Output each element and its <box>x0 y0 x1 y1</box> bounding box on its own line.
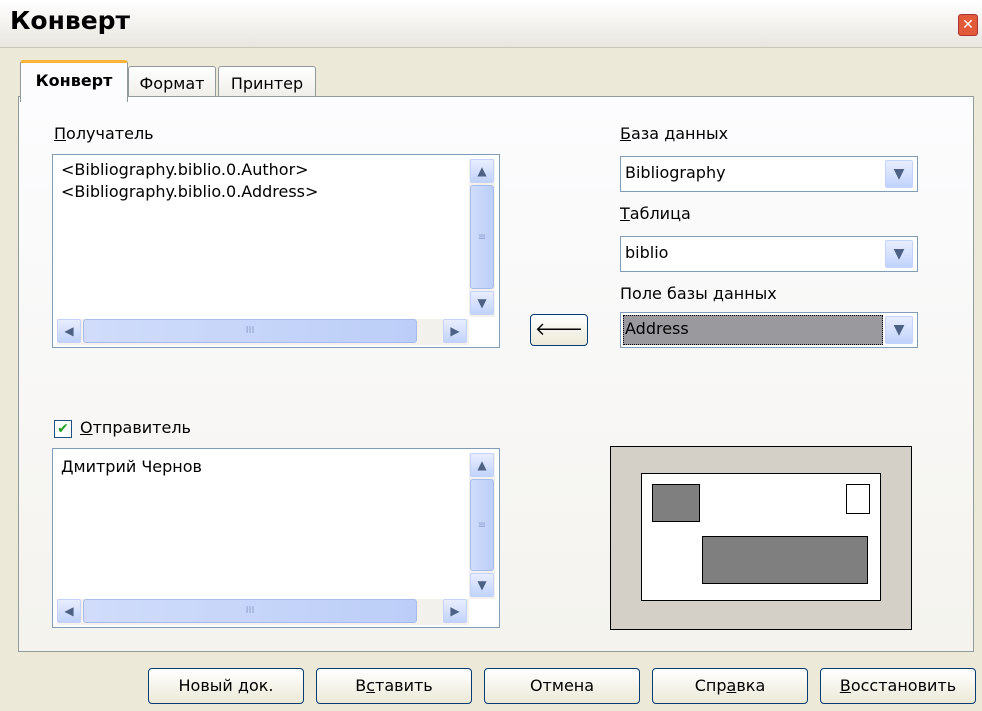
database-value: Bibliography <box>625 163 726 182</box>
grip-icon: ≡ <box>477 520 487 531</box>
title-bar: Конверт ✕ <box>0 0 982 48</box>
check-icon: ✔ <box>57 421 69 437</box>
envelope-preview <box>610 446 912 630</box>
new-document-label: Новый док. <box>178 676 274 695</box>
scroll-thumb[interactable]: ≡ <box>470 479 494 571</box>
table-select[interactable]: biblio ▼ <box>620 236 918 272</box>
arrow-left-icon: 🡐 <box>534 319 584 340</box>
tab-format-label: Формат <box>139 74 205 93</box>
cancel-label: Отмена <box>529 676 595 695</box>
db-field-select[interactable]: Address ▼ <box>620 312 918 348</box>
database-label: База данных <box>620 124 729 143</box>
db-field-value: Address <box>625 319 689 338</box>
recipient-line: <Bibliography.biblio.0.Author> <box>61 160 309 179</box>
reset-button[interactable]: Восстановить <box>820 668 976 704</box>
close-icon: ✕ <box>962 17 974 33</box>
scroll-right-icon[interactable]: ▶ <box>443 599 467 623</box>
database-select[interactable]: Bibliography ▼ <box>620 156 918 192</box>
tab-envelope[interactable]: Конверт <box>20 60 128 102</box>
scroll-right-icon[interactable]: ▶ <box>443 319 467 343</box>
recipient-label: Получатель <box>54 124 154 143</box>
sender-label: Отправитель <box>80 418 191 437</box>
scroll-left-icon[interactable]: ◀ <box>57 319 81 343</box>
window-title: Конверт <box>10 6 131 35</box>
sender-checkbox[interactable]: ✔ <box>54 420 72 438</box>
envelope-shape <box>641 473 881 601</box>
sender-text: Дмитрий Чернов <box>61 457 202 476</box>
insert-field-button[interactable]: 🡐 <box>530 314 588 346</box>
tab-envelope-label: Конверт <box>35 71 113 90</box>
sender-textarea[interactable]: Дмитрий Чернов ▲ ≡ ▼ ◀ III ▶ <box>52 448 500 628</box>
close-button[interactable]: ✕ <box>958 14 978 36</box>
scroll-down-icon[interactable]: ▼ <box>470 291 494 315</box>
scroll-thumb[interactable]: ≡ <box>470 185 494 289</box>
scroll-thumb[interactable]: III <box>83 319 417 343</box>
recipient-text: <Bibliography.biblio.0.Author> <Bibliogr… <box>61 159 318 203</box>
sender-area <box>652 484 700 522</box>
help-button[interactable]: Справка <box>652 668 808 704</box>
table-value: biblio <box>625 243 669 262</box>
grip-icon: III <box>245 325 255 336</box>
chevron-down-icon[interactable]: ▼ <box>885 160 913 188</box>
recipient-vscrollbar[interactable]: ▲ ≡ ▼ <box>469 159 495 317</box>
recipient-textarea[interactable]: <Bibliography.biblio.0.Author> <Bibliogr… <box>52 154 500 348</box>
new-document-button[interactable]: Новый док. <box>148 668 304 704</box>
chevron-down-icon[interactable]: ▼ <box>885 316 913 344</box>
recipient-line: <Bibliography.biblio.0.Address> <box>61 182 319 201</box>
recipient-hscrollbar[interactable]: ◀ III ▶ <box>57 319 469 345</box>
sender-hscrollbar[interactable]: ◀ III ▶ <box>57 599 469 625</box>
scroll-up-icon[interactable]: ▲ <box>470 453 494 477</box>
scroll-up-icon[interactable]: ▲ <box>470 159 494 183</box>
scroll-left-icon[interactable]: ◀ <box>57 599 81 623</box>
insert-button[interactable]: Вставить <box>316 668 472 704</box>
grip-icon: III <box>245 605 255 616</box>
db-field-label: Поле базы данных <box>620 284 777 303</box>
table-label: Таблица <box>620 204 691 223</box>
stamp-area <box>846 484 870 514</box>
scroll-down-icon[interactable]: ▼ <box>470 573 494 597</box>
sender-vscrollbar[interactable]: ▲ ≡ ▼ <box>469 453 495 599</box>
chevron-down-icon[interactable]: ▼ <box>885 240 913 268</box>
scroll-thumb[interactable]: III <box>83 599 417 623</box>
recipient-area <box>702 536 868 584</box>
tab-printer-label: Принтер <box>230 74 304 93</box>
cancel-button[interactable]: Отмена <box>484 668 640 704</box>
grip-icon: ≡ <box>477 232 487 243</box>
